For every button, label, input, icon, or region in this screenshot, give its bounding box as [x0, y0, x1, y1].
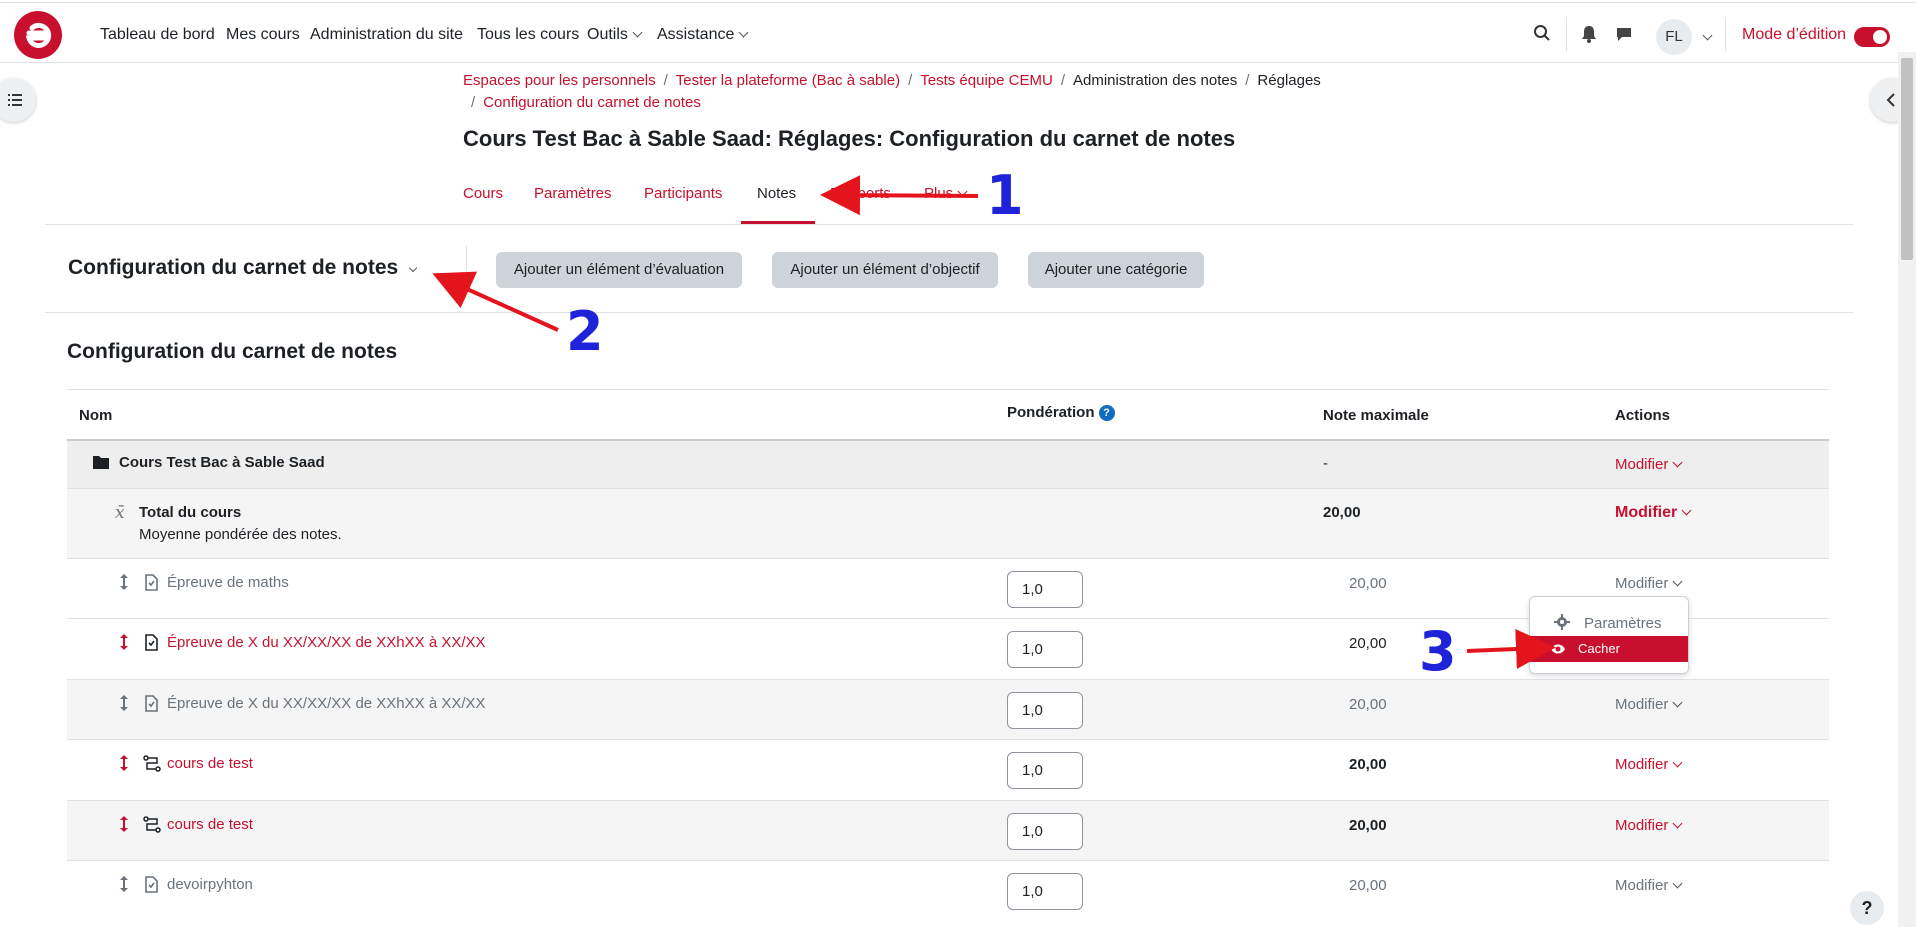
annotation-arrows [432, 175, 1556, 669]
annotation-number: 2 [566, 300, 604, 363]
annotation-number: 1 [986, 164, 1024, 227]
scrollbar-thumb[interactable] [1901, 58, 1913, 260]
help-button[interactable]: ? [1850, 891, 1884, 925]
annotation-number: 3 [1419, 620, 1457, 683]
